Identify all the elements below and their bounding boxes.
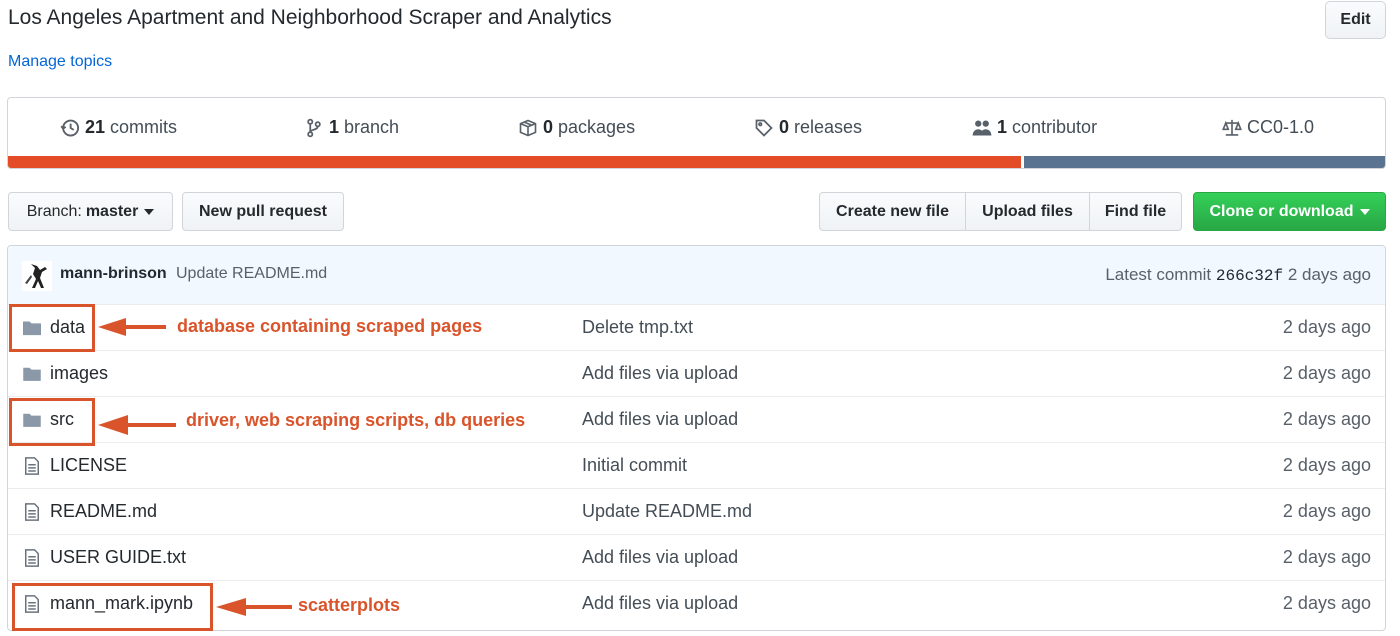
- git-branch-icon: [307, 118, 321, 137]
- avatar[interactable]: [22, 261, 52, 291]
- highlight-box-src: [9, 398, 95, 446]
- find-file-button[interactable]: Find file: [1089, 192, 1182, 231]
- commit-author[interactable]: mann-brinson: [60, 265, 167, 283]
- branch-prefix: Branch:: [26, 202, 82, 220]
- file-age: 2 days ago: [1282, 363, 1371, 383]
- file-icon: [25, 549, 39, 567]
- file-row-images[interactable]: images Add files via upload 2 days ago: [8, 350, 1385, 396]
- file-name[interactable]: USER GUIDE.txt: [50, 547, 186, 568]
- package-icon: [519, 119, 537, 136]
- commits-label: commits: [110, 117, 178, 137]
- arrow-icon: [98, 318, 166, 336]
- repo-description: Los Angeles Apartment and Neighborhood S…: [8, 6, 612, 29]
- file-name[interactable]: LICENSE: [50, 455, 127, 476]
- file-commit-message[interactable]: Update README.md: [582, 501, 752, 522]
- edit-button[interactable]: Edit: [1325, 1, 1386, 39]
- file-commit-message[interactable]: Add files via upload: [582, 363, 738, 384]
- repo-summary: 21 commits 1 branch 0 packages 0 release…: [7, 97, 1386, 169]
- annotation-src: driver, web scraping scripts, db queries: [186, 410, 526, 430]
- file-icon: [25, 503, 39, 521]
- license-label: CC0-1.0: [1247, 117, 1315, 137]
- arrow-icon: [216, 598, 292, 616]
- releases-label: releases: [794, 117, 863, 137]
- upload-files-button[interactable]: Upload files: [965, 192, 1090, 231]
- branches-stat[interactable]: 1 branch: [304, 117, 399, 138]
- language-bar-segment: [1024, 156, 1385, 168]
- branch-name: master: [85, 202, 139, 220]
- highlight-box-data: [9, 304, 95, 352]
- releases-count: 0: [779, 117, 790, 137]
- file-age: 2 days ago: [1282, 593, 1371, 613]
- file-age: 2 days ago: [1282, 455, 1371, 475]
- file-icon: [25, 457, 39, 475]
- file-commit-message[interactable]: Add files via upload: [582, 409, 738, 430]
- chevron-down-icon: [1359, 208, 1370, 215]
- branch-select-button[interactable]: Branch: master: [8, 192, 173, 231]
- file-row-user-guide[interactable]: USER GUIDE.txt Add files via upload 2 da…: [8, 534, 1385, 580]
- file-name[interactable]: images: [50, 363, 108, 384]
- file-age: 2 days ago: [1282, 317, 1371, 337]
- file-list: mann-brinson Update README.md Latest com…: [7, 245, 1386, 631]
- language-bar: [8, 156, 1385, 168]
- annotation-data: database containing scraped pages: [177, 316, 483, 336]
- commits-count: 21: [85, 117, 106, 137]
- file-row-license[interactable]: LICENSE Initial commit 2 days ago: [8, 442, 1385, 488]
- tag-icon: [755, 119, 773, 137]
- commit-message[interactable]: Update README.md: [176, 265, 327, 283]
- file-age: 2 days ago: [1282, 547, 1371, 567]
- file-commit-message[interactable]: Add files via upload: [582, 593, 738, 614]
- file-age: 2 days ago: [1282, 409, 1371, 429]
- law-icon: [1222, 119, 1242, 136]
- people-icon: [972, 120, 992, 135]
- branches-count: 1: [329, 117, 340, 137]
- clone-label: Clone or download: [1209, 202, 1354, 220]
- packages-count: 0: [543, 117, 554, 137]
- file-age: 2 days ago: [1282, 501, 1371, 521]
- branches-label: branch: [344, 117, 400, 137]
- license-stat[interactable]: CC0-1.0: [1222, 117, 1314, 138]
- file-commit-message[interactable]: Delete tmp.txt: [582, 317, 693, 338]
- latest-commit-prefix: Latest commit: [1105, 265, 1212, 284]
- file-commit-message[interactable]: Add files via upload: [582, 547, 738, 568]
- language-bar-segment: [8, 156, 1022, 168]
- file-commit-message[interactable]: Initial commit: [582, 455, 687, 476]
- file-name[interactable]: README.md: [50, 501, 157, 522]
- packages-stat[interactable]: 0 packages: [518, 117, 635, 138]
- manage-topics-link[interactable]: Manage topics: [8, 53, 112, 71]
- arrow-icon: [98, 415, 176, 435]
- folder-icon: [23, 367, 41, 381]
- annotation-notebook: scatterplots: [298, 595, 401, 615]
- commits-stat[interactable]: 21 commits: [60, 117, 177, 138]
- latest-commit-bar: mann-brinson Update README.md Latest com…: [8, 246, 1385, 305]
- contributors-label: contributor: [1012, 117, 1098, 137]
- clone-or-download-button[interactable]: Clone or download: [1193, 192, 1386, 231]
- new-pull-request-button[interactable]: New pull request: [182, 192, 344, 231]
- releases-stat[interactable]: 0 releases: [754, 117, 862, 138]
- highlight-box-notebook: [12, 583, 213, 631]
- history-icon: [60, 119, 80, 136]
- commit-age: 2 days ago: [1287, 265, 1371, 284]
- create-new-file-button[interactable]: Create new file: [819, 192, 966, 231]
- file-row-readme[interactable]: README.md Update README.md 2 days ago: [8, 488, 1385, 534]
- contributors-stat[interactable]: 1 contributor: [972, 117, 1097, 138]
- commit-meta: Latest commit 266c32f 2 days ago: [1105, 265, 1371, 285]
- contributors-count: 1: [997, 117, 1008, 137]
- chevron-down-icon: [144, 208, 155, 215]
- commit-sha[interactable]: 266c32f: [1216, 267, 1283, 285]
- packages-label: packages: [558, 117, 636, 137]
